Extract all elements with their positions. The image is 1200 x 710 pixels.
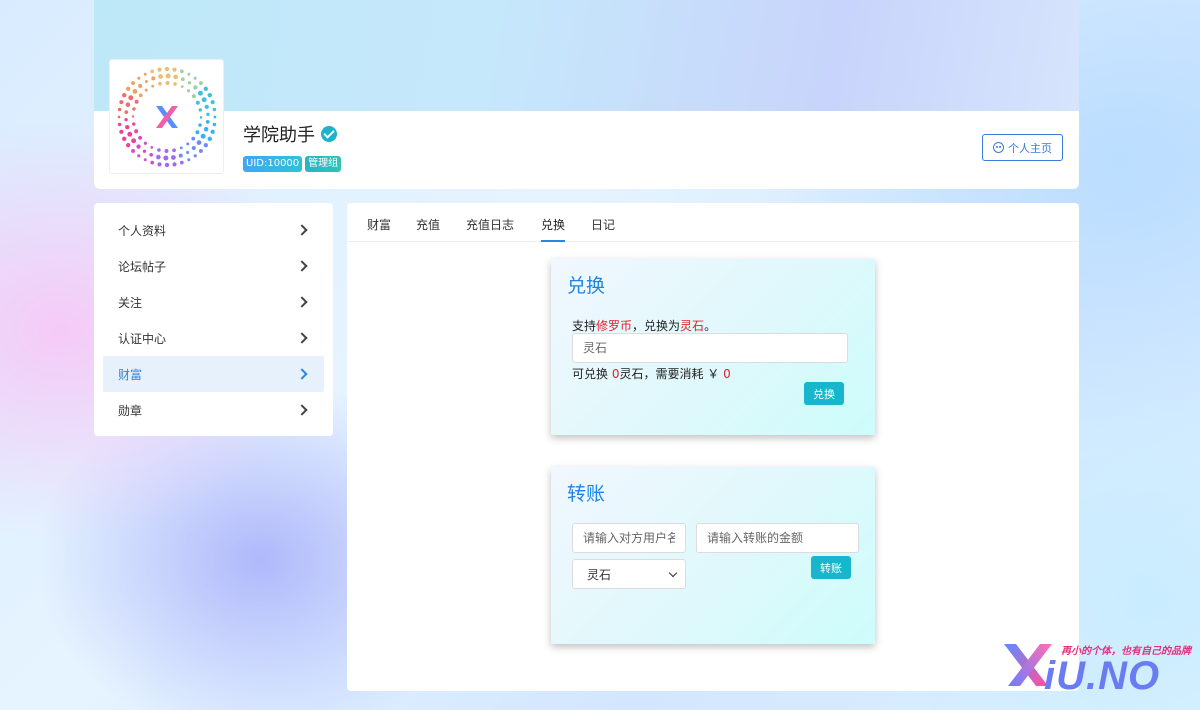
sidebar-item-label: 财富 — [118, 367, 143, 382]
watermark-brand: iU.NO — [1044, 654, 1161, 698]
tab-exchange[interactable]: 兑换 — [541, 216, 566, 242]
sidebar-item-label: 勋章 — [118, 403, 143, 418]
target-currency: 灵石 — [680, 319, 705, 333]
tab-recharge[interactable]: 充值 — [416, 216, 440, 242]
uid-badge: UID:10000 — [243, 156, 303, 172]
desc-suffix: 。 — [704, 319, 717, 333]
watermark: 再小的个体，也有自己的品牌 iU.NO — [996, 636, 1191, 698]
exchange-description: 支持修罗币，兑换为灵石。 — [572, 317, 716, 334]
group-badge: 管理组 — [305, 156, 342, 172]
currency-select-value: 灵石 — [587, 567, 612, 582]
transfer-amount-input[interactable] — [696, 523, 859, 553]
transfer-card: 转账 转账 灵石 — [551, 467, 875, 644]
exchange-button[interactable]: 兑换 — [804, 382, 844, 405]
desc-middle: ，兑换为 — [632, 319, 681, 333]
exchange-amount-input[interactable] — [572, 333, 848, 363]
chevron-right-icon — [296, 296, 308, 308]
sidebar-item-posts[interactable]: 论坛帖子 — [103, 248, 324, 284]
chevron-right-icon — [296, 332, 308, 344]
info-prefix: 可兑换 — [572, 367, 612, 381]
transfer-title: 转账 — [567, 483, 606, 505]
profile-name-row: 学院助手 — [243, 121, 337, 147]
homepage-button-label: 个人主页 — [1008, 141, 1052, 155]
homepage-button[interactable]: 个人主页 — [982, 134, 1063, 161]
avatar-logo-icon — [117, 66, 217, 168]
chevron-right-icon — [296, 368, 308, 380]
tab-wealth[interactable]: 财富 — [367, 216, 391, 242]
chevron-right-icon — [296, 404, 308, 416]
sidebar-item-medals[interactable]: 勋章 — [103, 392, 324, 428]
chevron-down-icon — [668, 568, 678, 578]
exchange-info: 可兑换 0灵石，需要消耗 ￥ 0 — [572, 365, 731, 382]
info-middle: 灵石，需要消耗 ￥ — [619, 367, 724, 381]
smile-icon — [993, 142, 1004, 153]
sidebar-item-label: 认证中心 — [118, 331, 167, 346]
sidebar: 个人资料 论坛帖子 关注 认证中心 财富 勋章 — [94, 203, 333, 436]
chevron-right-icon — [296, 260, 308, 272]
sidebar-item-verification[interactable]: 认证中心 — [103, 320, 324, 356]
profile-name: 学院助手 — [243, 125, 315, 146]
sidebar-item-label: 个人资料 — [118, 223, 167, 238]
exchange-title: 兑换 — [567, 275, 606, 297]
sidebar-item-label: 关注 — [118, 295, 143, 310]
verified-icon — [321, 126, 337, 142]
transfer-button[interactable]: 转账 — [811, 556, 851, 579]
profile-banner — [94, 0, 1079, 111]
desc-prefix: 支持 — [572, 319, 597, 333]
sidebar-item-follow[interactable]: 关注 — [103, 284, 324, 320]
profile-card — [94, 111, 1079, 189]
chevron-right-icon — [296, 224, 308, 236]
sidebar-item-profile[interactable]: 个人资料 — [103, 212, 324, 248]
tab-recharge-log[interactable]: 充值日志 — [466, 216, 514, 242]
sidebar-item-wealth[interactable]: 财富 — [103, 356, 324, 392]
source-currency: 修罗币 — [596, 319, 633, 333]
tab-diary[interactable]: 日记 — [591, 216, 615, 242]
main-panel: 财富 充值 充值日志 兑换 日记 兑换 支持修罗币，兑换为灵石。 可兑换 0灵石… — [347, 203, 1079, 691]
currency-select[interactable]: 灵石 — [572, 559, 686, 589]
transfer-username-input[interactable] — [572, 523, 686, 553]
avatar — [109, 59, 224, 174]
sidebar-item-label: 论坛帖子 — [118, 259, 167, 274]
profile-badges: UID:10000 管理组 — [243, 156, 342, 172]
exchange-card: 兑换 支持修罗币，兑换为灵石。 可兑换 0灵石，需要消耗 ￥ 0 兑换 — [551, 259, 875, 435]
tab-bar: 财富 充值 充值日志 兑换 日记 — [347, 203, 1079, 242]
cost-amount: 0 — [723, 367, 731, 381]
